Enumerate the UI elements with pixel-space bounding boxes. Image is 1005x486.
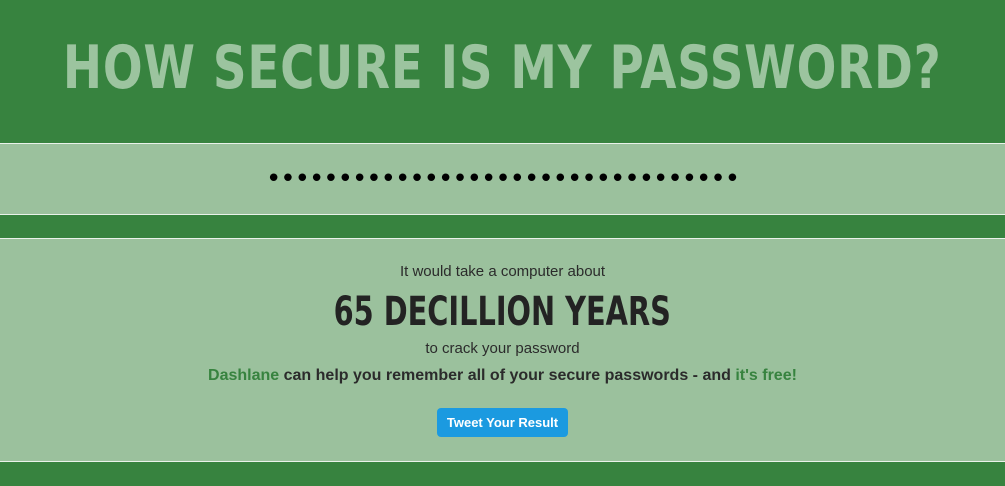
result-panel: It would take a computer about 65 DECILL…: [0, 238, 1005, 462]
dashlane-link[interactable]: Dashlane: [208, 367, 279, 384]
tweet-result-button[interactable]: Tweet Your Result: [437, 408, 568, 437]
page-header: HOW SECURE IS MY PASSWORD?: [0, 0, 1005, 143]
promo-text: Dashlane can help you remember all of yo…: [0, 367, 1005, 385]
password-band: [0, 143, 1005, 215]
password-input[interactable]: [152, 154, 853, 204]
crack-time-value: 65 DECILLION YEARS: [0, 287, 1005, 337]
result-tail-text: to crack your password: [425, 340, 580, 357]
promo-middle-text: can help you remember all of your secure…: [279, 367, 736, 384]
footer-band: [0, 462, 1005, 486]
page-title: HOW SECURE IS MY PASSWORD?: [63, 32, 942, 103]
result-lead-text: It would take a computer about: [399, 263, 606, 280]
free-link[interactable]: it's free!: [735, 367, 797, 384]
crack-time-text: 65 DECILLION YEARS: [333, 289, 672, 335]
